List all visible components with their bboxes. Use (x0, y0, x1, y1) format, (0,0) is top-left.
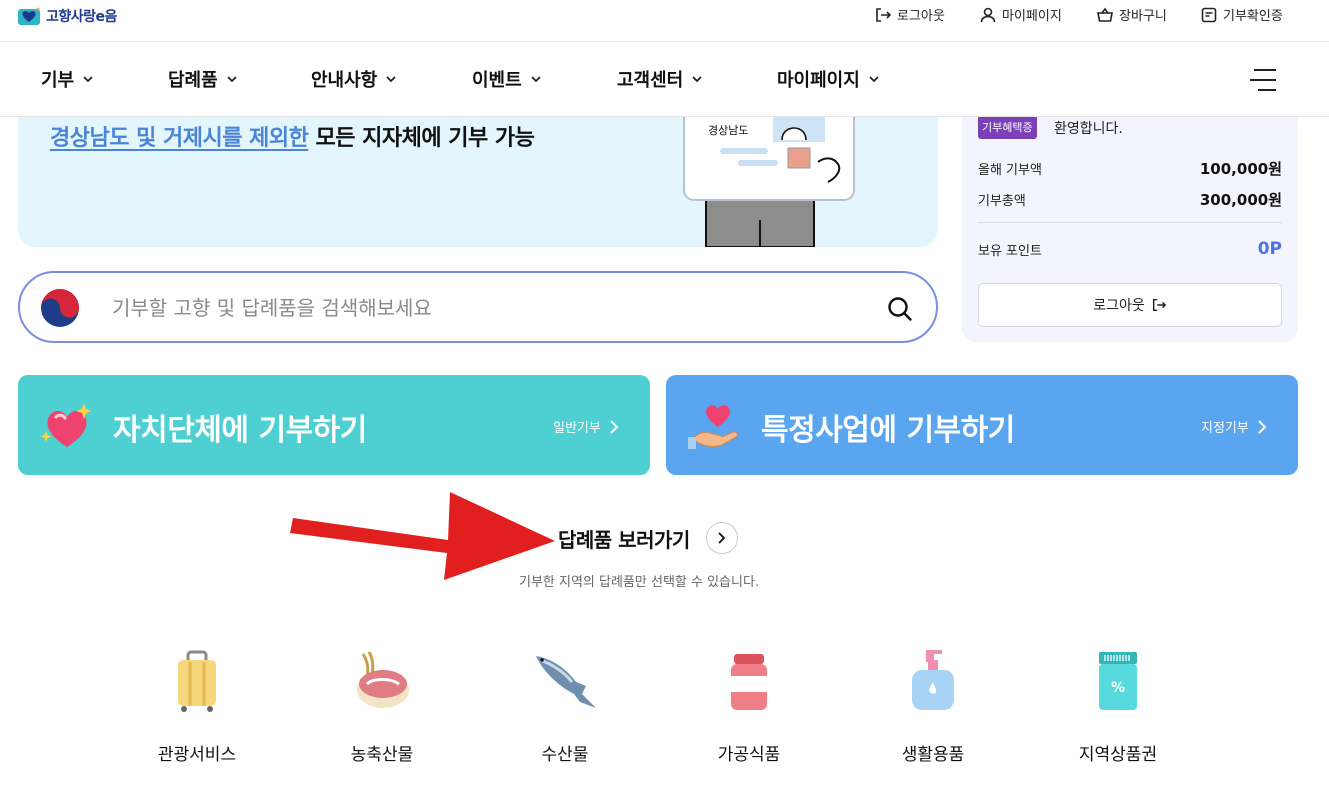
search-icon[interactable] (886, 295, 914, 323)
user-icon (980, 7, 996, 22)
chevron-down-icon (692, 76, 702, 83)
chevron-right-icon (610, 419, 619, 434)
main-nav: 기부 답례품 안내사항 이벤트 고객센터 마이페이지 (0, 42, 1329, 117)
category-label: 수산물 (541, 745, 589, 765)
category-label: 생활용품 (901, 745, 965, 765)
category-household[interactable]: 생활용품 (863, 646, 1003, 765)
row-value: 100,000원 (1199, 160, 1282, 178)
cart-link[interactable]: 장바구니 (1096, 5, 1167, 24)
card-sub-label: 지정기부 (1201, 421, 1249, 436)
user-panel: 기부혜택증 환영합니다. 올해 기부액 100,000원 기부총액 300,00… (962, 90, 1298, 342)
donation-confirm-link[interactable]: 기부확인증 (1200, 5, 1283, 24)
category-tourism[interactable]: 관광서비스 (127, 646, 267, 765)
category-seafood[interactable]: 수산물 (495, 646, 635, 765)
site-logo[interactable]: 고향사랑e음 (18, 3, 117, 29)
chevron-down-icon (869, 76, 879, 83)
row-label: 올해 기부액 (978, 163, 1042, 178)
logout-link[interactable]: 로그아웃 (874, 5, 945, 24)
row-value: 300,000원 (1199, 191, 1282, 209)
category-agriculture[interactable]: 농축산물 (312, 646, 452, 765)
card-sub-label: 일반기부 (553, 421, 601, 436)
category-processed-food[interactable]: 가공식품 (679, 646, 819, 765)
general-donation-link[interactable]: 일반기부 (553, 417, 619, 436)
heart-in-hand-icon (688, 405, 739, 449)
local-gov-donation-card[interactable]: 자치단체에 기부하기 일반기부 (18, 375, 650, 475)
goods-link[interactable]: 답례품 보러가기 (558, 522, 738, 554)
points-value[interactable]: 0P (1258, 239, 1282, 259)
fish-icon (536, 656, 596, 708)
card-region-text: 경상남도 (708, 124, 748, 137)
project-donation-card[interactable]: 특정사업에 기부하기 지정기부 (666, 375, 1298, 475)
basket-icon (1097, 7, 1113, 22)
nav-label: 고객센터 (617, 70, 684, 91)
search-input[interactable] (112, 293, 832, 323)
nav-label: 이벤트 (472, 70, 522, 91)
svg-text:%: % (1111, 680, 1125, 696)
card-title: 특정사업에 기부하기 (761, 413, 1015, 448)
nav-item-donation[interactable]: 기부 (41, 66, 94, 92)
lotion-icon (912, 650, 954, 710)
goods-arrow-button[interactable] (705, 522, 738, 554)
logout-icon (1152, 298, 1166, 312)
mypage-link[interactable]: 마이페이지 (979, 5, 1062, 24)
meat-wheat-icon (357, 651, 409, 708)
suitcase-icon (178, 650, 216, 712)
banner-highlight[interactable]: 경상남도 및 거제시를 제외한 (50, 126, 309, 151)
taegeuk-emblem-icon (41, 289, 79, 327)
mypage-label: 마이페이지 (1002, 9, 1062, 24)
logout-icon (876, 7, 892, 22)
cart-label: 장바구니 (1119, 9, 1167, 24)
chevron-down-icon (227, 76, 237, 83)
utility-bar: 고향사랑e음 로그아웃 마이페이지 장바구니 기부확인증 (0, 0, 1329, 42)
nav-label: 기부 (41, 70, 75, 91)
goods-title: 답례품 보러가기 (558, 527, 690, 552)
sparkle-heart-icon (40, 403, 92, 447)
search-bar (18, 271, 938, 343)
chevron-down-icon (531, 76, 541, 83)
welcome-text: 환영합니다. (1054, 121, 1123, 137)
certificate-icon (1201, 7, 1217, 22)
category-label: 농축산물 (350, 745, 414, 765)
banner-text: 경상남도 및 거제시를 제외한 모든 지자체에 기부 가능 (50, 120, 535, 152)
category-label: 지역상품권 (1078, 745, 1158, 765)
logout-button[interactable]: 로그아웃 (978, 283, 1282, 327)
nav-item-gifts[interactable]: 답례품 (168, 66, 238, 92)
nav-label: 마이페이지 (777, 70, 860, 91)
total-donation-row: 기부총액 300,000원 (978, 189, 1282, 210)
nav-label: 안내사항 (311, 70, 378, 91)
nav-item-events[interactable]: 이벤트 (472, 66, 542, 92)
chevron-down-icon (83, 76, 93, 83)
row-label: 기부총액 (978, 194, 1026, 209)
category-label: 가공식품 (717, 745, 781, 765)
nav-label: 답례품 (168, 70, 218, 91)
nav-item-guide[interactable]: 안내사항 (311, 66, 397, 92)
logout-label: 로그아웃 (897, 9, 945, 24)
chevron-right-icon (1258, 419, 1267, 434)
category-label: 관광서비스 (157, 745, 237, 765)
heart-logo-icon (18, 7, 40, 25)
jar-icon (731, 654, 767, 710)
goods-description: 기부한 지역의 답례품만 선택할 수 있습니다. (519, 575, 760, 590)
menu-icon[interactable] (1250, 67, 1276, 93)
chevron-right-icon (718, 532, 726, 544)
points-row: 보유 포인트 0P (978, 239, 1282, 259)
this-year-donation-row: 올해 기부액 100,000원 (978, 158, 1282, 179)
chevron-down-icon (386, 76, 396, 83)
divider (978, 222, 1282, 223)
nav-item-mypage[interactable]: 마이페이지 (777, 66, 880, 92)
donation-confirm-label: 기부확인증 (1223, 9, 1283, 24)
nav-item-support[interactable]: 고객센터 (617, 66, 703, 92)
logo-text: 고향사랑e음 (46, 9, 117, 25)
benefit-badge[interactable]: 기부혜택증 (978, 115, 1037, 139)
designated-donation-link[interactable]: 지정기부 (1201, 417, 1267, 436)
category-local-voucher[interactable]: % 지역상품권 (1048, 646, 1188, 765)
card-title: 자치단체에 기부하기 (113, 413, 367, 448)
voucher-icon: % (1099, 652, 1137, 710)
banner-rest: 모든 지자체에 기부 가능 (308, 126, 535, 151)
points-label: 보유 포인트 (978, 243, 1042, 259)
logout-button-label: 로그아웃 (1093, 298, 1145, 314)
